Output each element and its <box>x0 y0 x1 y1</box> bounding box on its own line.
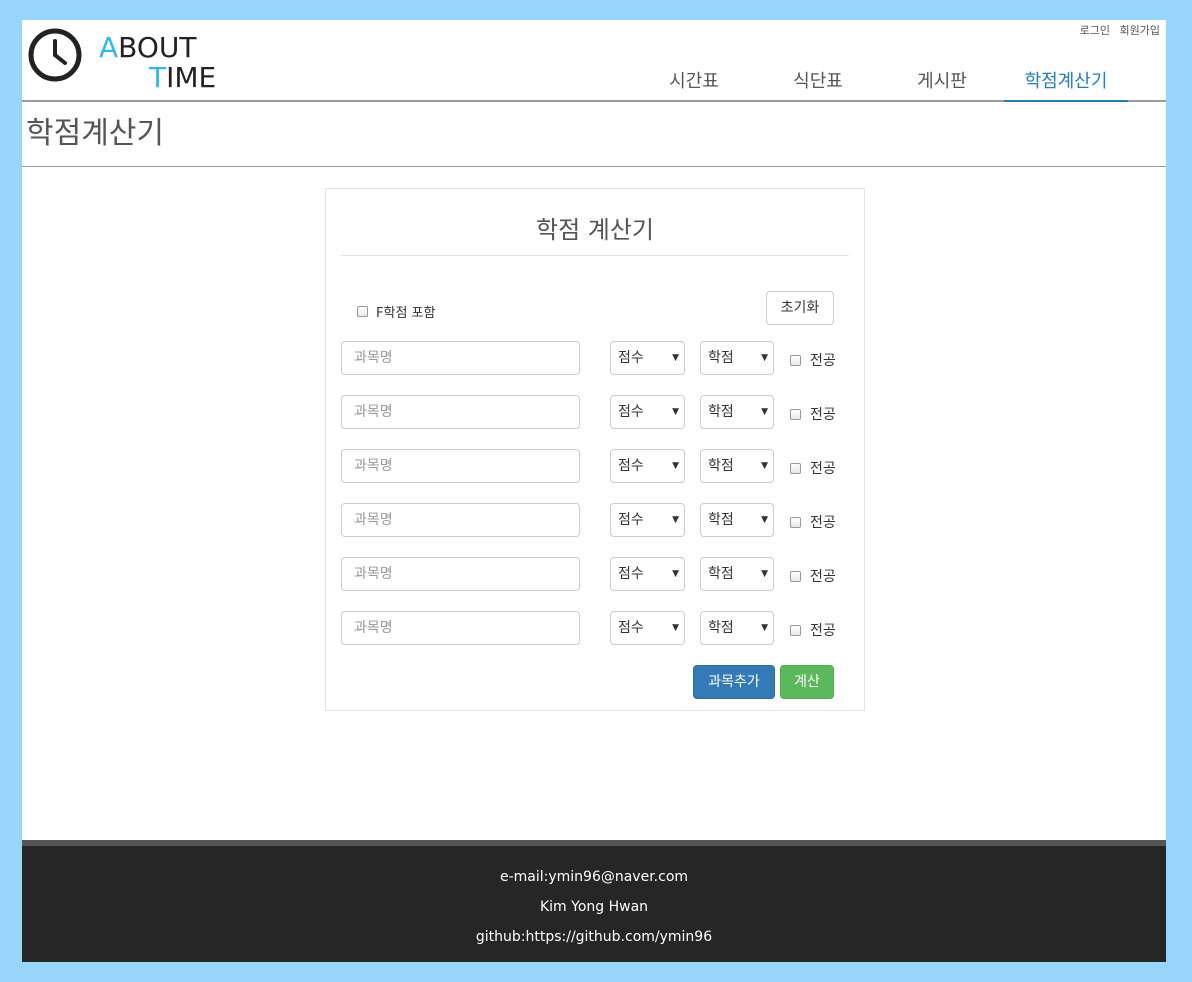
footer-github: github:https://github.com/ymin96 <box>475 929 713 945</box>
dropdown-arrow-icon: ▼ <box>761 515 768 525</box>
checkbox-icon[interactable] <box>790 462 801 474</box>
logo-line-1: ABOUT <box>99 31 197 64</box>
credit-select[interactable]: 학점 ▼ <box>700 341 774 375</box>
header: ABOUT TIME 로그인 회원가입 시간표 식단표 게시판 학점계산기 <box>22 20 1166 102</box>
nav-menu[interactable]: 식단표 <box>756 68 880 102</box>
include-f-label: F학점 포함 <box>376 306 436 321</box>
divider <box>22 166 1166 167</box>
checkbox-icon[interactable] <box>790 516 801 528</box>
nav-grade-calculator[interactable]: 학점계산기 <box>1004 68 1128 102</box>
checkbox-icon[interactable] <box>790 624 801 636</box>
course-name-input[interactable]: 과목명 <box>341 503 580 537</box>
dropdown-arrow-icon: ▼ <box>761 623 768 633</box>
major-checkbox[interactable]: 전공 <box>790 512 836 532</box>
calculator-panel: 학점 계산기 F학점 포함 초기화 과목명 점수 ▼ 학점 ▼ 전공 과목명 점수 ▼… <box>325 188 865 711</box>
course-row: 과목명 점수 ▼ 학점 ▼ 전공 <box>341 557 841 591</box>
course-row: 과목명 점수 ▼ 학점 ▼ 전공 <box>341 395 841 429</box>
major-checkbox[interactable]: 전공 <box>790 404 836 424</box>
dropdown-arrow-icon: ▼ <box>761 353 768 363</box>
reset-button[interactable]: 초기화 <box>766 291 834 325</box>
dropdown-arrow-icon: ▼ <box>672 569 679 579</box>
course-name-input[interactable]: 과목명 <box>341 611 580 645</box>
calculate-button[interactable]: 계산 <box>780 665 834 699</box>
top-links: 로그인 회원가입 <box>1074 22 1160 38</box>
footer: e-mail:ymin96@naver.com Kim Yong Hwan gi… <box>22 840 1166 962</box>
dropdown-arrow-icon: ▼ <box>672 623 679 633</box>
major-checkbox[interactable]: 전공 <box>790 620 836 640</box>
course-row: 과목명 점수 ▼ 학점 ▼ 전공 <box>341 341 841 375</box>
dropdown-arrow-icon: ▼ <box>672 407 679 417</box>
dropdown-arrow-icon: ▼ <box>761 407 768 417</box>
course-row: 과목명 점수 ▼ 학점 ▼ 전공 <box>341 449 841 483</box>
dropdown-arrow-icon: ▼ <box>672 353 679 363</box>
score-select[interactable]: 점수 ▼ <box>610 395 685 429</box>
dropdown-arrow-icon: ▼ <box>761 461 768 471</box>
course-name-input[interactable]: 과목명 <box>341 395 580 429</box>
course-name-input[interactable]: 과목명 <box>341 557 580 591</box>
score-select[interactable]: 점수 ▼ <box>610 449 685 483</box>
logo-wordmark[interactable]: ABOUT TIME <box>99 33 216 93</box>
main-nav: 시간표 식단표 게시판 학점계산기 <box>632 68 1128 102</box>
course-row: 과목명 점수 ▼ 학점 ▼ 전공 <box>341 611 841 645</box>
major-checkbox[interactable]: 전공 <box>790 566 836 586</box>
include-f-checkbox[interactable]: F학점 포함 <box>357 302 435 321</box>
checkbox-icon[interactable] <box>790 570 801 582</box>
clock-logo-icon[interactable] <box>28 28 82 82</box>
major-checkbox[interactable]: 전공 <box>790 458 836 478</box>
page-title: 학점계산기 <box>26 116 164 151</box>
credit-select[interactable]: 학점 ▼ <box>700 449 774 483</box>
calculator-title: 학점 계산기 <box>341 209 849 256</box>
credit-select[interactable]: 학점 ▼ <box>700 395 774 429</box>
signup-link[interactable]: 회원가입 <box>1120 24 1160 37</box>
major-checkbox[interactable]: 전공 <box>790 350 836 370</box>
score-select[interactable]: 점수 ▼ <box>610 611 685 645</box>
footer-name: Kim Yong Hwan <box>539 899 649 915</box>
credit-select[interactable]: 학점 ▼ <box>700 611 774 645</box>
dropdown-arrow-icon: ▼ <box>672 515 679 525</box>
footer-email: e-mail:ymin96@naver.com <box>499 869 689 885</box>
course-name-input[interactable]: 과목명 <box>341 341 580 375</box>
checkbox-icon[interactable] <box>790 408 801 420</box>
credit-select[interactable]: 학점 ▼ <box>700 557 774 591</box>
dropdown-arrow-icon: ▼ <box>761 569 768 579</box>
add-course-button[interactable]: 과목추가 <box>693 665 775 699</box>
checkbox-icon[interactable] <box>357 306 368 317</box>
checkbox-icon[interactable] <box>790 354 801 366</box>
page: ABOUT TIME 로그인 회원가입 시간표 식단표 게시판 학점계산기 학점… <box>22 20 1166 962</box>
login-link[interactable]: 로그인 <box>1080 24 1110 37</box>
logo-line-2: TIME <box>149 61 217 94</box>
credit-select[interactable]: 학점 ▼ <box>700 503 774 537</box>
score-select[interactable]: 점수 ▼ <box>610 503 685 537</box>
nav-timetable[interactable]: 시간표 <box>632 68 756 102</box>
course-name-input[interactable]: 과목명 <box>341 449 580 483</box>
score-select[interactable]: 점수 ▼ <box>610 557 685 591</box>
score-select[interactable]: 점수 ▼ <box>610 341 685 375</box>
nav-board[interactable]: 게시판 <box>880 68 1004 102</box>
dropdown-arrow-icon: ▼ <box>672 461 679 471</box>
course-row: 과목명 점수 ▼ 학점 ▼ 전공 <box>341 503 841 537</box>
